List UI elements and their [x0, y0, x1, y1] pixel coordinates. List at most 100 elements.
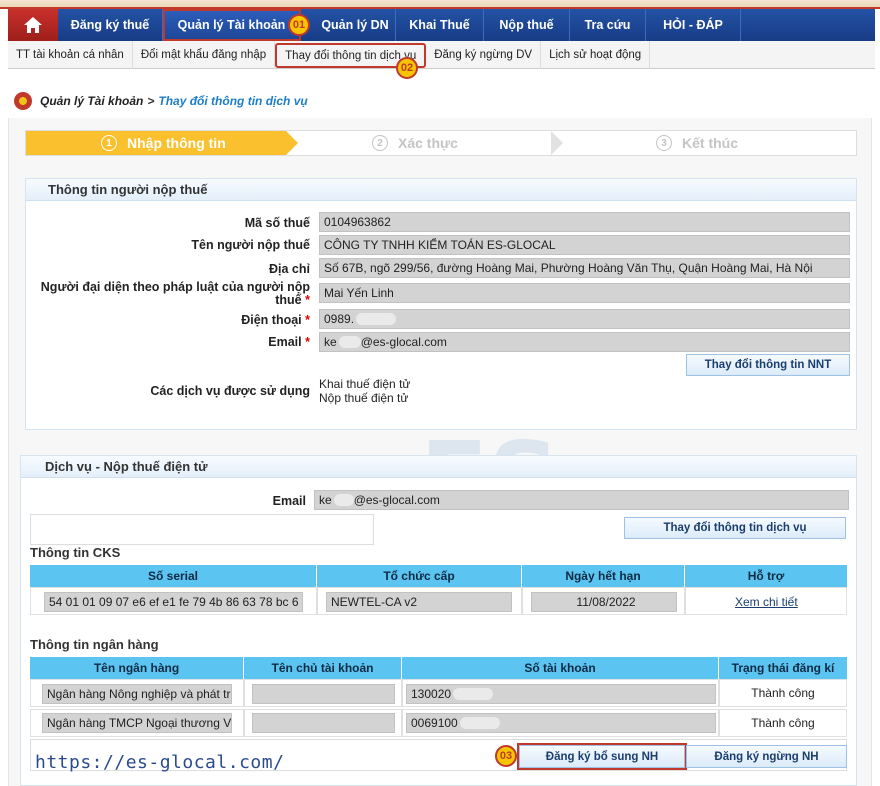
cks-header-support: Hỗ trợ [685, 565, 847, 587]
home-icon [24, 17, 42, 33]
cks-header-serial: Số serial [30, 565, 317, 587]
phone-field[interactable]: 0989. [319, 309, 850, 329]
cks-issuer-field: NEWTEL-CA v2 [326, 592, 512, 612]
bank-header-name: Tên ngân hàng [30, 657, 244, 679]
website-watermark: https://es-glocal.com/ [35, 752, 285, 773]
phone-label: Điện thoại * [40, 313, 310, 327]
home-button[interactable] [8, 9, 58, 41]
bank-header-status: Trạng thái đăng kí [719, 657, 847, 679]
address-field: Số 67B, ngõ 299/56, đường Hoàng Mai, Phư… [319, 258, 850, 278]
services-label: Các dịch vụ được sử dụng [150, 384, 310, 398]
sub-nav: TT tài khoản cá nhân Đổi mật khẩu đăng n… [8, 41, 875, 69]
email-label-text: Email [268, 335, 302, 349]
stop-bank-button[interactable]: Đăng ký ngừng NH [686, 745, 847, 768]
bank-name-field: Ngân hàng TMCP Ngoại thương Việt Nam [42, 713, 232, 733]
subnav-tt-tai-khoan[interactable]: TT tài khoản cá nhân [8, 41, 133, 69]
service-item: Khai thuế điện tử [319, 377, 411, 391]
phone-label-text: Điện thoại [241, 313, 302, 327]
nav-hoi-dap[interactable]: HỎI - ĐÁP [646, 9, 741, 41]
address-label: Địa chỉ [269, 262, 310, 276]
nav-dang-ky-thue[interactable]: Đăng ký thuế [58, 9, 163, 41]
representative-label-line2: thuế [275, 293, 302, 307]
redacted-area [356, 313, 397, 325]
taxpayer-name-field: CÔNG TY TNHH KIỂM TOÁN ES-GLOCAL [319, 235, 850, 255]
change-taxpayer-info-button[interactable]: Thay đổi thông tin NNT [686, 354, 850, 376]
email-prefix: ke [324, 335, 337, 349]
services-list: Khai thuế điện tử Nộp thuế điện tử [319, 377, 410, 405]
step-badge-02: 02 [396, 57, 418, 79]
cks-header-issuer: Tổ chức cấp [317, 565, 522, 587]
bank-section-title: Thông tin ngân hàng [30, 637, 159, 652]
main-nav: Đăng ký thuế Quản lý Tài khoản Quản lý D… [8, 9, 875, 41]
cks-expiry-field: 11/08/2022 [531, 592, 677, 612]
email-label: Email * [40, 335, 310, 349]
phone-value: 0989. [324, 312, 355, 326]
service-email-field[interactable]: ke @es-glocal.com [314, 490, 849, 510]
step-3-number: 3 [656, 135, 672, 151]
bank-header-owner: Tên chủ tài khoản [244, 657, 402, 679]
nav-quan-ly-dn[interactable]: Quản lý DN [301, 9, 396, 41]
required-mark: * [305, 335, 310, 349]
bank-status-cell: Thành công [719, 709, 847, 737]
step-1-label: Nhập thông tin [127, 135, 226, 151]
breadcrumb-parent[interactable]: Quản lý Tài khoản [40, 94, 143, 108]
breadcrumb-current: Thay đổi thông tin dịch vụ [158, 94, 308, 108]
taxpayer-name-label: Tên người nộp thuế [191, 238, 310, 252]
bank-owner-field [252, 713, 395, 733]
required-mark: * [305, 293, 310, 307]
step-2-label: Xác thực [398, 135, 458, 151]
step-3-label: Kết thúc [682, 135, 738, 151]
nav-quan-ly-tai-khoan[interactable]: Quản lý Tài khoản [163, 9, 301, 41]
bank-header-account: Số tài khoản [402, 657, 719, 679]
bank-account-field: 130020 [406, 684, 716, 704]
national-emblem-icon [14, 92, 32, 110]
tax-code-label: Mã số thuế [244, 216, 310, 230]
service-email-label: Email [272, 494, 306, 508]
bank-account-field: 0069100 [406, 713, 716, 733]
cks-header-expiry: Ngày hết hạn [522, 565, 685, 587]
redacted-area [338, 336, 361, 348]
change-service-info-button[interactable]: Thay đổi thông tin dịch vụ [624, 517, 846, 539]
email-field[interactable]: ke @es-glocal.com [319, 332, 850, 352]
nav-nop-thue[interactable]: Nộp thuế [484, 9, 570, 41]
step-2: 2 Xác thực [372, 131, 458, 155]
add-bank-button[interactable]: Đăng ký bổ sung NH [517, 743, 687, 770]
bank-name-field: Ngân hàng Nông nghiệp và phát triển [42, 684, 232, 704]
bank-status-cell: Thành công [719, 679, 847, 707]
step-badge-03: 03 [495, 745, 517, 767]
cks-serial-field: 54 01 01 09 07 e6 ef e1 fe 79 4b 86 63 7… [44, 592, 303, 612]
step-2-number: 2 [372, 135, 388, 151]
redacted-area [333, 494, 354, 506]
subnav-doi-mat-khau[interactable]: Đổi mật khẩu đăng nhập [133, 41, 276, 69]
step-1-active: 1 Nhập thông tin [26, 131, 298, 155]
representative-field[interactable]: Mai Yến Linh [319, 283, 850, 303]
representative-label: Người đại diện theo pháp luật của người … [30, 281, 310, 307]
representative-label-line1: Người đại diện theo pháp luật của người … [40, 280, 310, 294]
breadcrumb: Quản lý Tài khoản > Thay đổi thông tin d… [14, 91, 308, 111]
subnav-lich-su-hoat-dong[interactable]: Lịch sử hoạt động [541, 41, 651, 69]
empty-cell [30, 514, 374, 545]
step-separator [551, 131, 563, 155]
subnav-dang-ky-ngung-dv[interactable]: Đăng ký ngừng DV [426, 41, 542, 69]
nav-tra-cuu[interactable]: Tra cứu [570, 9, 646, 41]
required-mark: * [305, 313, 310, 327]
cks-detail-link[interactable]: Xem chi tiết [735, 595, 798, 609]
step-3: 3 Kết thúc [656, 131, 738, 155]
taxpayer-panel-title: Thông tin người nộp thuế [26, 179, 856, 201]
bank-owner-field [252, 684, 395, 704]
step-1-number: 1 [101, 135, 117, 151]
email-suffix: @es-glocal.com [360, 335, 447, 349]
cks-section-title: Thông tin CKS [30, 545, 121, 560]
step-badge-01: 01 [288, 14, 310, 36]
nav-khai-thue[interactable]: Khai Thuế [396, 9, 484, 41]
email-suffix: @es-glocal.com [353, 493, 440, 507]
top-banner-strip [0, 0, 880, 9]
service-item: Nộp thuế điện tử [319, 391, 409, 405]
progress-steps: 1 Nhập thông tin 2 Xác thực 3 Kết thúc [25, 130, 857, 156]
service-panel-title: Dịch vụ - Nộp thuế điện tử [21, 456, 856, 478]
email-prefix: ke [319, 493, 332, 507]
redacted-area [453, 688, 494, 700]
bank-account-value: 130020 [411, 687, 452, 701]
breadcrumb-separator: > [147, 94, 155, 108]
bank-account-value: 0069100 [411, 716, 458, 730]
